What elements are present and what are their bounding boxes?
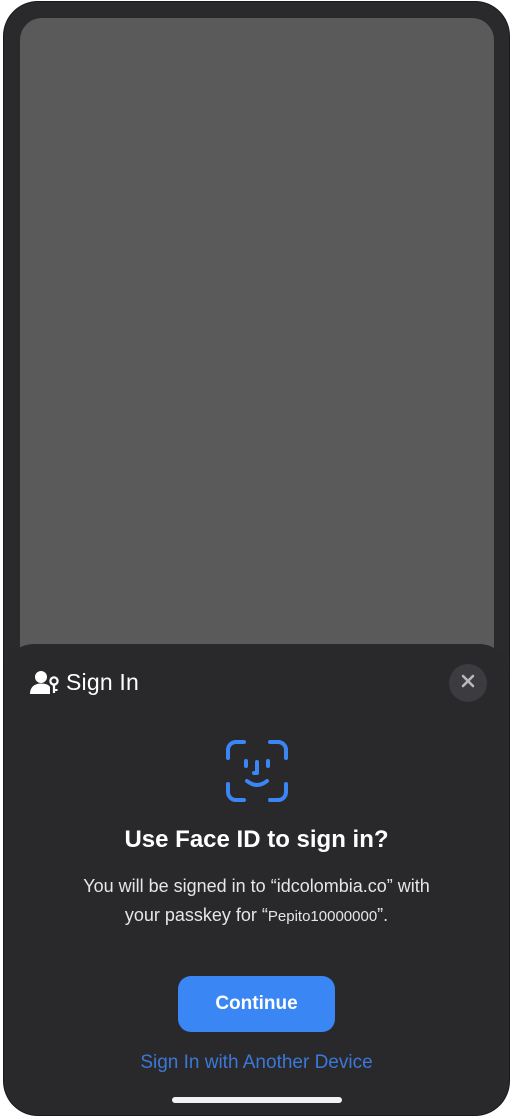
person-key-icon [30,668,60,696]
detail-line-2-suffix: ”. [377,905,389,925]
detail-line-1: You will be signed in to “idcolombia.co”… [83,876,430,896]
faceid-icon [224,738,290,804]
close-button[interactable] [449,664,487,702]
background-app-screen [20,18,494,678]
face-id-prompt: Use Face ID to sign in? [124,826,389,853]
passkey-username: Pepito10000000 [267,908,378,925]
xmark-icon [460,673,476,694]
home-indicator[interactable] [172,1097,342,1103]
sign-in-detail: You will be signed in to “idcolombia.co”… [34,872,479,931]
sheet-title: Sign In [66,668,140,695]
detail-line-2-prefix: your passkey for “ [124,905,268,925]
continue-button[interactable]: Continue [178,976,335,1032]
device-frame: Sign In Use Face ID to sign in? You will… [4,2,509,1115]
sign-in-sheet: Sign In Use Face ID to sign in? You will… [4,644,509,1115]
sheet-header: Sign In [30,668,139,696]
sign-in-another-device-link[interactable]: Sign In with Another Device [4,1052,509,1074]
